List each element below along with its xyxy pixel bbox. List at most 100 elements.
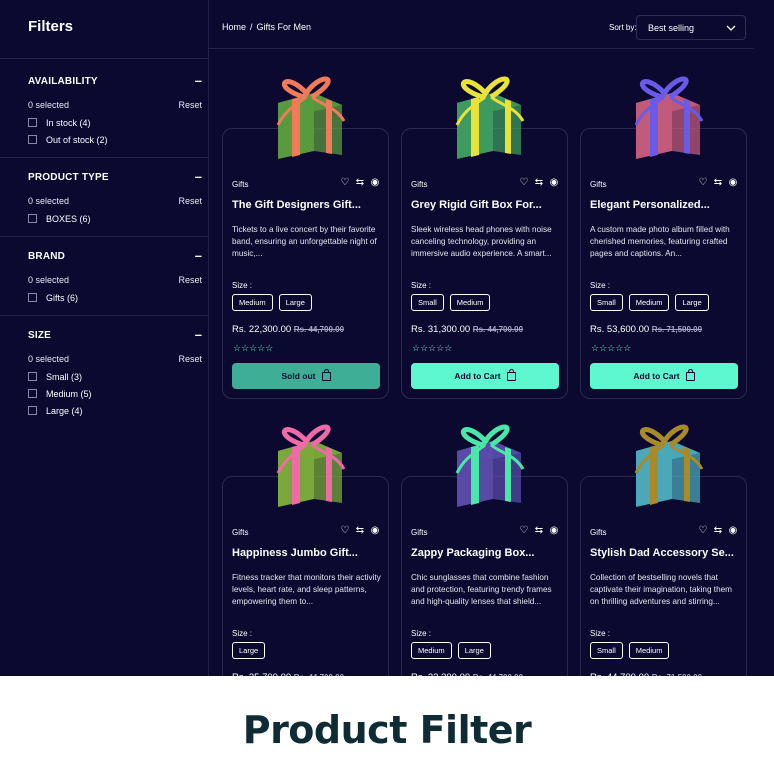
- product-card[interactable]: Gifts ♡ ⇆ ◉ Happiness Jumbo Gift... Fitn…: [222, 424, 389, 676]
- filter-option-boxes[interactable]: BOXES (6): [28, 214, 202, 224]
- heart-icon[interactable]: ♡: [519, 526, 529, 536]
- reset-button[interactable]: Reset: [178, 275, 202, 285]
- product-category: Gifts: [232, 528, 249, 537]
- checkbox[interactable]: [28, 372, 37, 381]
- size-chip[interactable]: Large: [278, 294, 312, 311]
- rating-stars: ☆☆☆☆☆: [591, 343, 632, 353]
- gift-box-image: [455, 76, 525, 159]
- section-header[interactable]: BRAND –: [28, 249, 202, 263]
- size-label: Size :: [232, 629, 253, 638]
- option-label: Gifts (6): [46, 292, 79, 303]
- heart-icon[interactable]: ♡: [340, 178, 350, 188]
- eye-icon[interactable]: ◉: [728, 178, 738, 188]
- size-chip[interactable]: Medium: [232, 294, 273, 311]
- collapse-icon[interactable]: –: [188, 170, 202, 183]
- size-chip[interactable]: Large: [675, 294, 709, 311]
- checkbox[interactable]: [28, 389, 37, 398]
- section-header[interactable]: PRODUCT TYPE –: [28, 170, 202, 184]
- eye-icon[interactable]: ◉: [370, 178, 380, 188]
- shopping-bag-icon: [321, 368, 331, 381]
- size-chip[interactable]: Medium: [628, 642, 670, 659]
- app-window: Filters AVAILABILITY – 0 selected Reset …: [0, 0, 774, 676]
- breadcrumb-home[interactable]: Home: [222, 22, 246, 32]
- compare-icon[interactable]: ⇆: [713, 526, 723, 536]
- checkbox[interactable]: [28, 135, 37, 144]
- size-chip[interactable]: Medium: [411, 642, 452, 659]
- compare-icon[interactable]: ⇆: [355, 178, 365, 188]
- sort-select[interactable]: Best selling: [636, 15, 746, 40]
- size-options: Medium Large: [232, 294, 312, 311]
- size-chip[interactable]: Small: [590, 642, 623, 659]
- checkbox[interactable]: [28, 118, 37, 127]
- product-card[interactable]: Gifts ♡ ⇆ ◉ The Gift Designers Gift... T…: [222, 76, 389, 399]
- compare-icon[interactable]: ⇆: [534, 526, 544, 536]
- size-chip[interactable]: Medium: [628, 294, 670, 311]
- size-chip[interactable]: Large: [232, 642, 266, 659]
- product-title[interactable]: Zappy Packaging Box...: [411, 547, 561, 559]
- product-description: Chic sunglasses that combine fashion and…: [411, 573, 552, 606]
- product-category: Gifts: [232, 180, 249, 189]
- breadcrumb: Home / Gifts For Men: [222, 22, 311, 32]
- filter-option-small[interactable]: Small (3): [28, 372, 202, 382]
- button-label: Add to Cart: [454, 371, 501, 381]
- product-title[interactable]: The Gift Designers Gift...: [232, 199, 382, 211]
- add-to-cart-button[interactable]: Add to Cart: [411, 363, 559, 389]
- compare-icon[interactable]: ⇆: [713, 178, 723, 188]
- product-description: Fitness tracker that monitors their acti…: [232, 573, 381, 606]
- product-category: Gifts: [411, 180, 428, 189]
- product-price: Rs. 31,300.00: [411, 324, 471, 335]
- filter-section-brand: BRAND – 0 selected Reset Gifts (6): [28, 249, 202, 303]
- section-title: SIZE: [28, 329, 52, 341]
- heart-icon[interactable]: ♡: [519, 178, 529, 188]
- eye-icon[interactable]: ◉: [549, 526, 559, 536]
- divider: [0, 58, 209, 59]
- filter-option-in-stock[interactable]: In stock (4): [28, 118, 202, 128]
- size-chip[interactable]: Small: [590, 294, 623, 311]
- product-card[interactable]: Gifts ♡ ⇆ ◉ Elegant Personalized... A cu…: [580, 76, 747, 399]
- checkbox[interactable]: [28, 214, 37, 223]
- product-card[interactable]: Gifts ♡ ⇆ ◉ Stylish Dad Accessory Se... …: [580, 424, 747, 676]
- product-card[interactable]: Gifts ♡ ⇆ ◉ Grey Rigid Gift Box For... S…: [401, 76, 568, 399]
- size-chip[interactable]: Large: [457, 642, 491, 659]
- eye-icon[interactable]: ◉: [549, 178, 559, 188]
- heart-icon[interactable]: ♡: [698, 178, 708, 188]
- filter-option-gifts[interactable]: Gifts (6): [28, 292, 202, 303]
- section-header[interactable]: AVAILABILITY –: [28, 74, 202, 88]
- product-title[interactable]: Elegant Personalized...: [590, 199, 740, 211]
- reset-button[interactable]: Reset: [178, 354, 202, 364]
- product-card[interactable]: Gifts ♡ ⇆ ◉ Zappy Packaging Box... Chic …: [401, 424, 568, 676]
- section-header[interactable]: SIZE –: [28, 328, 202, 342]
- product-title[interactable]: Grey Rigid Gift Box For...: [411, 199, 561, 211]
- price-row: Rs. 53,600.00 Rs. 71,500.00: [590, 324, 702, 335]
- sold-out-button[interactable]: Sold out: [232, 363, 380, 389]
- selected-count: 0 selected: [28, 100, 70, 110]
- filter-option-large[interactable]: Large (4): [28, 406, 202, 416]
- filter-section-product-type: PRODUCT TYPE – 0 selected Reset BOXES (6…: [28, 170, 202, 224]
- collapse-icon[interactable]: –: [188, 249, 202, 262]
- heart-icon[interactable]: ♡: [340, 526, 350, 536]
- filter-option-out-of-stock[interactable]: Out of stock (2): [28, 135, 202, 145]
- product-title[interactable]: Happiness Jumbo Gift...: [232, 547, 382, 559]
- eye-icon[interactable]: ◉: [370, 526, 380, 536]
- reset-button[interactable]: Reset: [178, 196, 202, 206]
- gift-box-image: [634, 76, 704, 159]
- filter-option-medium[interactable]: Medium (5): [28, 389, 202, 399]
- compare-icon[interactable]: ⇆: [534, 178, 544, 188]
- sort-label: Sort by:: [609, 23, 637, 32]
- size-chip[interactable]: Medium: [449, 294, 491, 311]
- add-to-cart-button[interactable]: Add to Cart: [590, 363, 738, 389]
- reset-button[interactable]: Reset: [178, 100, 202, 110]
- eye-icon[interactable]: ◉: [728, 526, 738, 536]
- checkbox[interactable]: [28, 293, 37, 302]
- size-chip[interactable]: Small: [411, 294, 444, 311]
- checkbox[interactable]: [28, 406, 37, 415]
- collapse-icon[interactable]: –: [188, 74, 202, 87]
- heart-icon[interactable]: ♡: [698, 526, 708, 536]
- filters-title: Filters: [28, 18, 74, 35]
- filter-section-availability: AVAILABILITY – 0 selected Reset In stock…: [28, 74, 202, 145]
- footer-banner: Product Filter: [0, 676, 774, 784]
- product-title[interactable]: Stylish Dad Accessory Se...: [590, 547, 740, 559]
- collapse-icon[interactable]: –: [188, 328, 202, 341]
- button-label: Sold out: [281, 371, 316, 381]
- compare-icon[interactable]: ⇆: [355, 526, 365, 536]
